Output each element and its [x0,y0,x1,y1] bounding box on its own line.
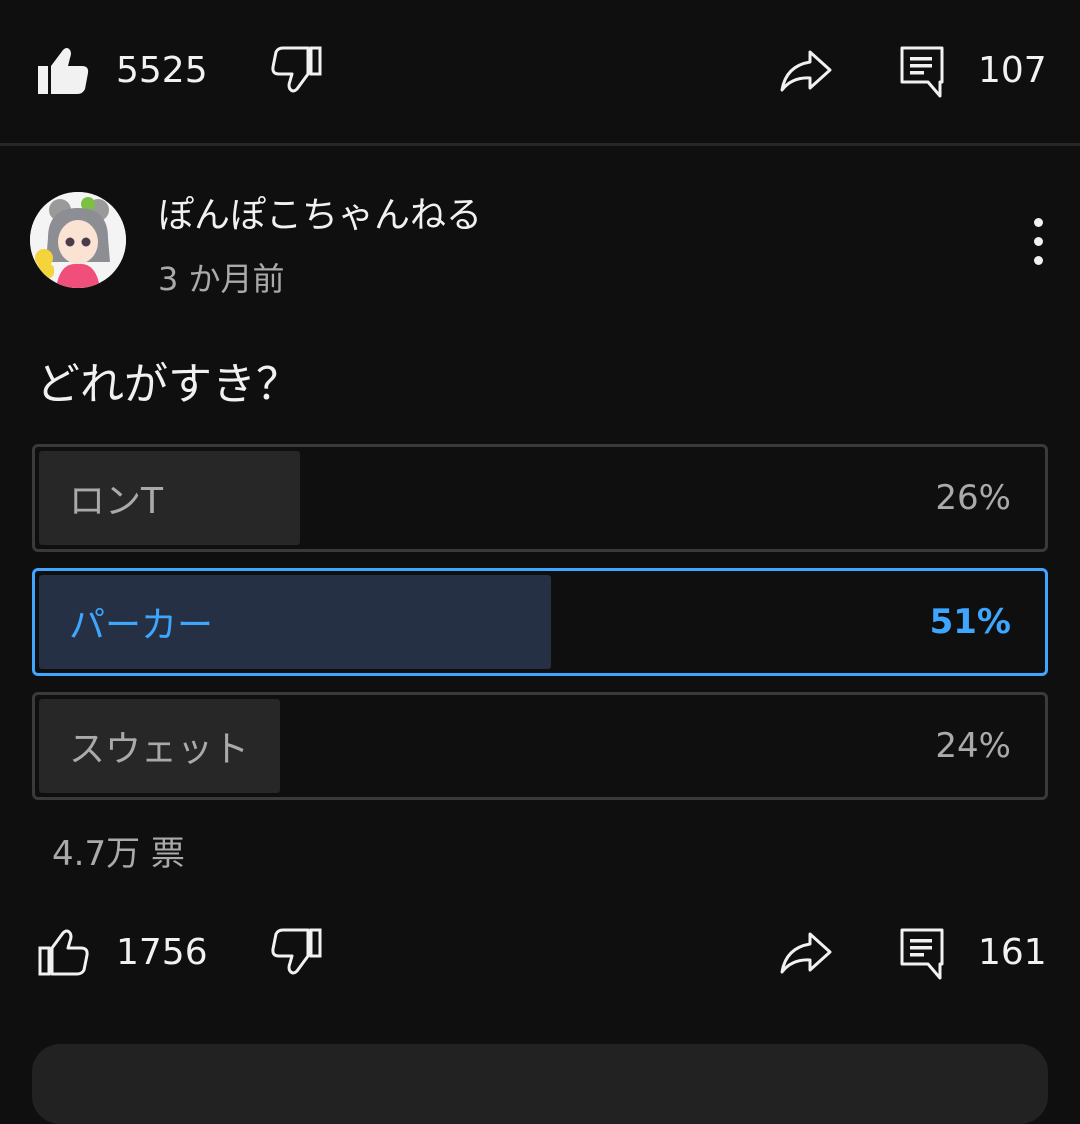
thumbs-down-icon [271,46,322,93]
thumbs-up-filled-icon [38,48,89,94]
poll-option-label: パーカー [69,605,214,646]
share-icon [780,932,832,974]
comment-icon [900,46,944,98]
comments-button[interactable]: 107 [894,20,1047,120]
dislike-button[interactable] [268,20,324,120]
thumbs-down-icon [271,928,322,975]
video-action-bar: 5525 107 [0,20,1080,120]
section-divider [0,143,1080,146]
like-button[interactable]: 5525 [36,20,208,120]
poll-option-label: スウェット [69,729,250,770]
post-text: どれがすき？ [36,359,300,410]
post-share-button[interactable] [778,902,834,1002]
poll-option-label: ロンT [69,481,163,522]
like-count: 5525 [116,49,208,91]
share-button[interactable] [778,20,834,120]
share-icon [780,50,832,92]
post-like-button[interactable]: 1756 [36,902,208,1002]
poll-option-percent: 24% [935,726,1011,766]
more-vert-icon [1033,217,1043,227]
post-action-bar: 1756 161 [0,902,1080,1002]
poll-option-3[interactable]: スウェット 24% [32,692,1048,800]
comment-count: 107 [978,49,1047,91]
comment-icon [900,928,944,980]
poll-vote-count: 4.7万 票 [52,834,185,874]
post-like-count: 1756 [116,931,208,973]
thumbs-up-icon [38,929,89,976]
post-comments-button[interactable]: 161 [894,902,1047,1002]
channel-avatar[interactable] [30,192,126,288]
channel-name[interactable]: ぽんぽこちゃんねる [158,186,482,238]
poll-option-percent: 26% [935,478,1011,518]
poll-option-2-selected[interactable]: パーカー 51% [32,568,1048,676]
post-timestamp: 3 か月前 [158,260,285,298]
more-options-button[interactable] [1012,210,1064,272]
post-dislike-button[interactable] [268,902,324,1002]
avatar-image [30,192,126,288]
post-comment-count: 161 [978,931,1047,973]
comment-input-box[interactable] [32,1044,1048,1124]
poll-option-1[interactable]: ロンT 26% [32,444,1048,552]
poll-option-percent: 51% [929,602,1011,642]
